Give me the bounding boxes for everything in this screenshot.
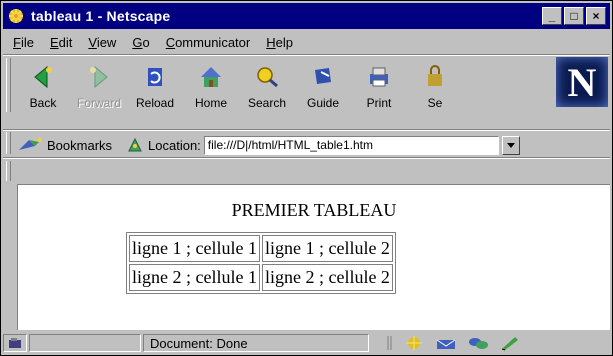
search-button[interactable]: Search <box>239 56 295 116</box>
table-cell: ligne 1 ; cellule 2 <box>261 235 393 262</box>
minimize-icon: _ <box>548 9 556 23</box>
toolbar-grip[interactable] <box>6 58 11 112</box>
netscape-logo[interactable]: N <box>556 57 608 107</box>
reload-icon <box>148 68 162 86</box>
minimize-button[interactable]: _ <box>542 7 562 25</box>
security-icon <box>428 65 442 86</box>
forward-label: Forward <box>76 96 121 110</box>
bookmarks-icon <box>19 138 42 150</box>
menu-go[interactable]: Go <box>132 35 149 50</box>
status-text: Document: Done <box>150 335 248 351</box>
table-row: ligne 2 ; cellule 1 ligne 2 ; cellule 2 <box>129 264 393 291</box>
home-icon <box>201 67 221 87</box>
window-title: tableau 1 - Netscape <box>31 8 171 24</box>
progress-box <box>29 334 141 352</box>
url-input[interactable]: file:///D|/html/HTML_table1.htm <box>203 135 499 155</box>
url-text: file:///D|/html/HTML_table1.htm <box>207 138 373 152</box>
location-grip[interactable] <box>6 132 11 154</box>
table-cell: ligne 2 ; cellule 1 <box>129 264 260 291</box>
location-icon[interactable] <box>126 136 144 154</box>
table-row: ligne 1 ; cellule 1 ligne 1 ; cellule 2 <box>129 235 393 262</box>
bookmarks-label: Bookmarks <box>47 137 113 153</box>
forward-button[interactable]: Forward <box>71 56 127 116</box>
location-divider <box>3 157 610 159</box>
guide-icon <box>315 68 331 84</box>
menu-view[interactable]: View <box>88 35 116 50</box>
status-text-box: Document: Done <box>143 334 369 352</box>
security-label: Se <box>427 96 443 110</box>
discussion-icon[interactable] <box>467 335 489 351</box>
bookmarks-button[interactable]: Bookmarks <box>15 136 112 154</box>
menu-help[interactable]: Help <box>266 35 293 50</box>
close-button[interactable]: × <box>586 7 606 25</box>
menu-file[interactable]: File <box>13 35 34 50</box>
toolbar-divider <box>3 129 610 131</box>
search-icon <box>257 67 278 88</box>
location-label: Location: <box>148 137 201 153</box>
connection-icon <box>9 338 21 348</box>
page-viewport[interactable]: PREMIER TABLEAU ligne 1 ; cellule 1 lign… <box>17 184 610 330</box>
guide-button[interactable]: Guide <box>295 56 351 116</box>
guide-label: Guide <box>306 96 340 110</box>
back-label: Back <box>29 96 57 110</box>
table-cell: ligne 1 ; cellule 1 <box>129 235 260 262</box>
reload-button[interactable]: Reload <box>127 56 183 116</box>
back-button[interactable]: Back <box>15 56 71 116</box>
menu-bar: File Edit View Go Communicator Help <box>3 31 610 53</box>
chevron-down-icon <box>506 142 515 148</box>
component-grip-icon[interactable] <box>387 335 393 351</box>
content-table: ligne 1 ; cellule 1 ligne 1 ; cellule 2 … <box>126 232 396 294</box>
maximize-icon: □ <box>570 9 578 23</box>
personal-toolbar-grip[interactable] <box>6 161 11 181</box>
browser-window: tableau 1 - Netscape _ □ × File Edit Vie… <box>0 0 613 356</box>
back-arrow-icon <box>34 65 52 89</box>
print-icon <box>370 67 388 87</box>
close-icon: × <box>592 9 600 23</box>
reload-label: Reload <box>135 96 175 110</box>
status-bar: Document: Done <box>3 332 610 354</box>
forward-arrow-icon <box>90 65 108 89</box>
print-button[interactable]: Print <box>351 56 407 116</box>
page-heading: PREMIER TABLEAU <box>231 200 397 220</box>
navigation-toolbar: Back Forward Reload Home Search Guide Pr… <box>15 56 555 116</box>
home-button[interactable]: Home <box>183 56 239 116</box>
composer-icon[interactable] <box>499 335 521 351</box>
navigator-icon[interactable] <box>403 335 425 351</box>
title-bar[interactable]: tableau 1 - Netscape _ □ × <box>3 3 610 29</box>
home-label: Home <box>194 96 227 110</box>
print-label: Print <box>366 96 392 110</box>
menu-edit[interactable]: Edit <box>50 35 72 50</box>
netscape-app-icon <box>9 9 23 23</box>
table-cell: ligne 2 ; cellule 2 <box>261 264 393 291</box>
security-button[interactable]: Se <box>407 56 463 116</box>
mail-icon[interactable] <box>435 335 457 351</box>
menu-communicator[interactable]: Communicator <box>166 35 251 50</box>
component-bar <box>387 335 521 351</box>
url-dropdown-button[interactable] <box>501 135 520 155</box>
search-label: Search <box>247 96 287 110</box>
connection-indicator <box>3 334 27 352</box>
maximize-button[interactable]: □ <box>564 7 584 25</box>
location-bar: Bookmarks Location: file:///D|/html/HTML… <box>15 134 610 156</box>
